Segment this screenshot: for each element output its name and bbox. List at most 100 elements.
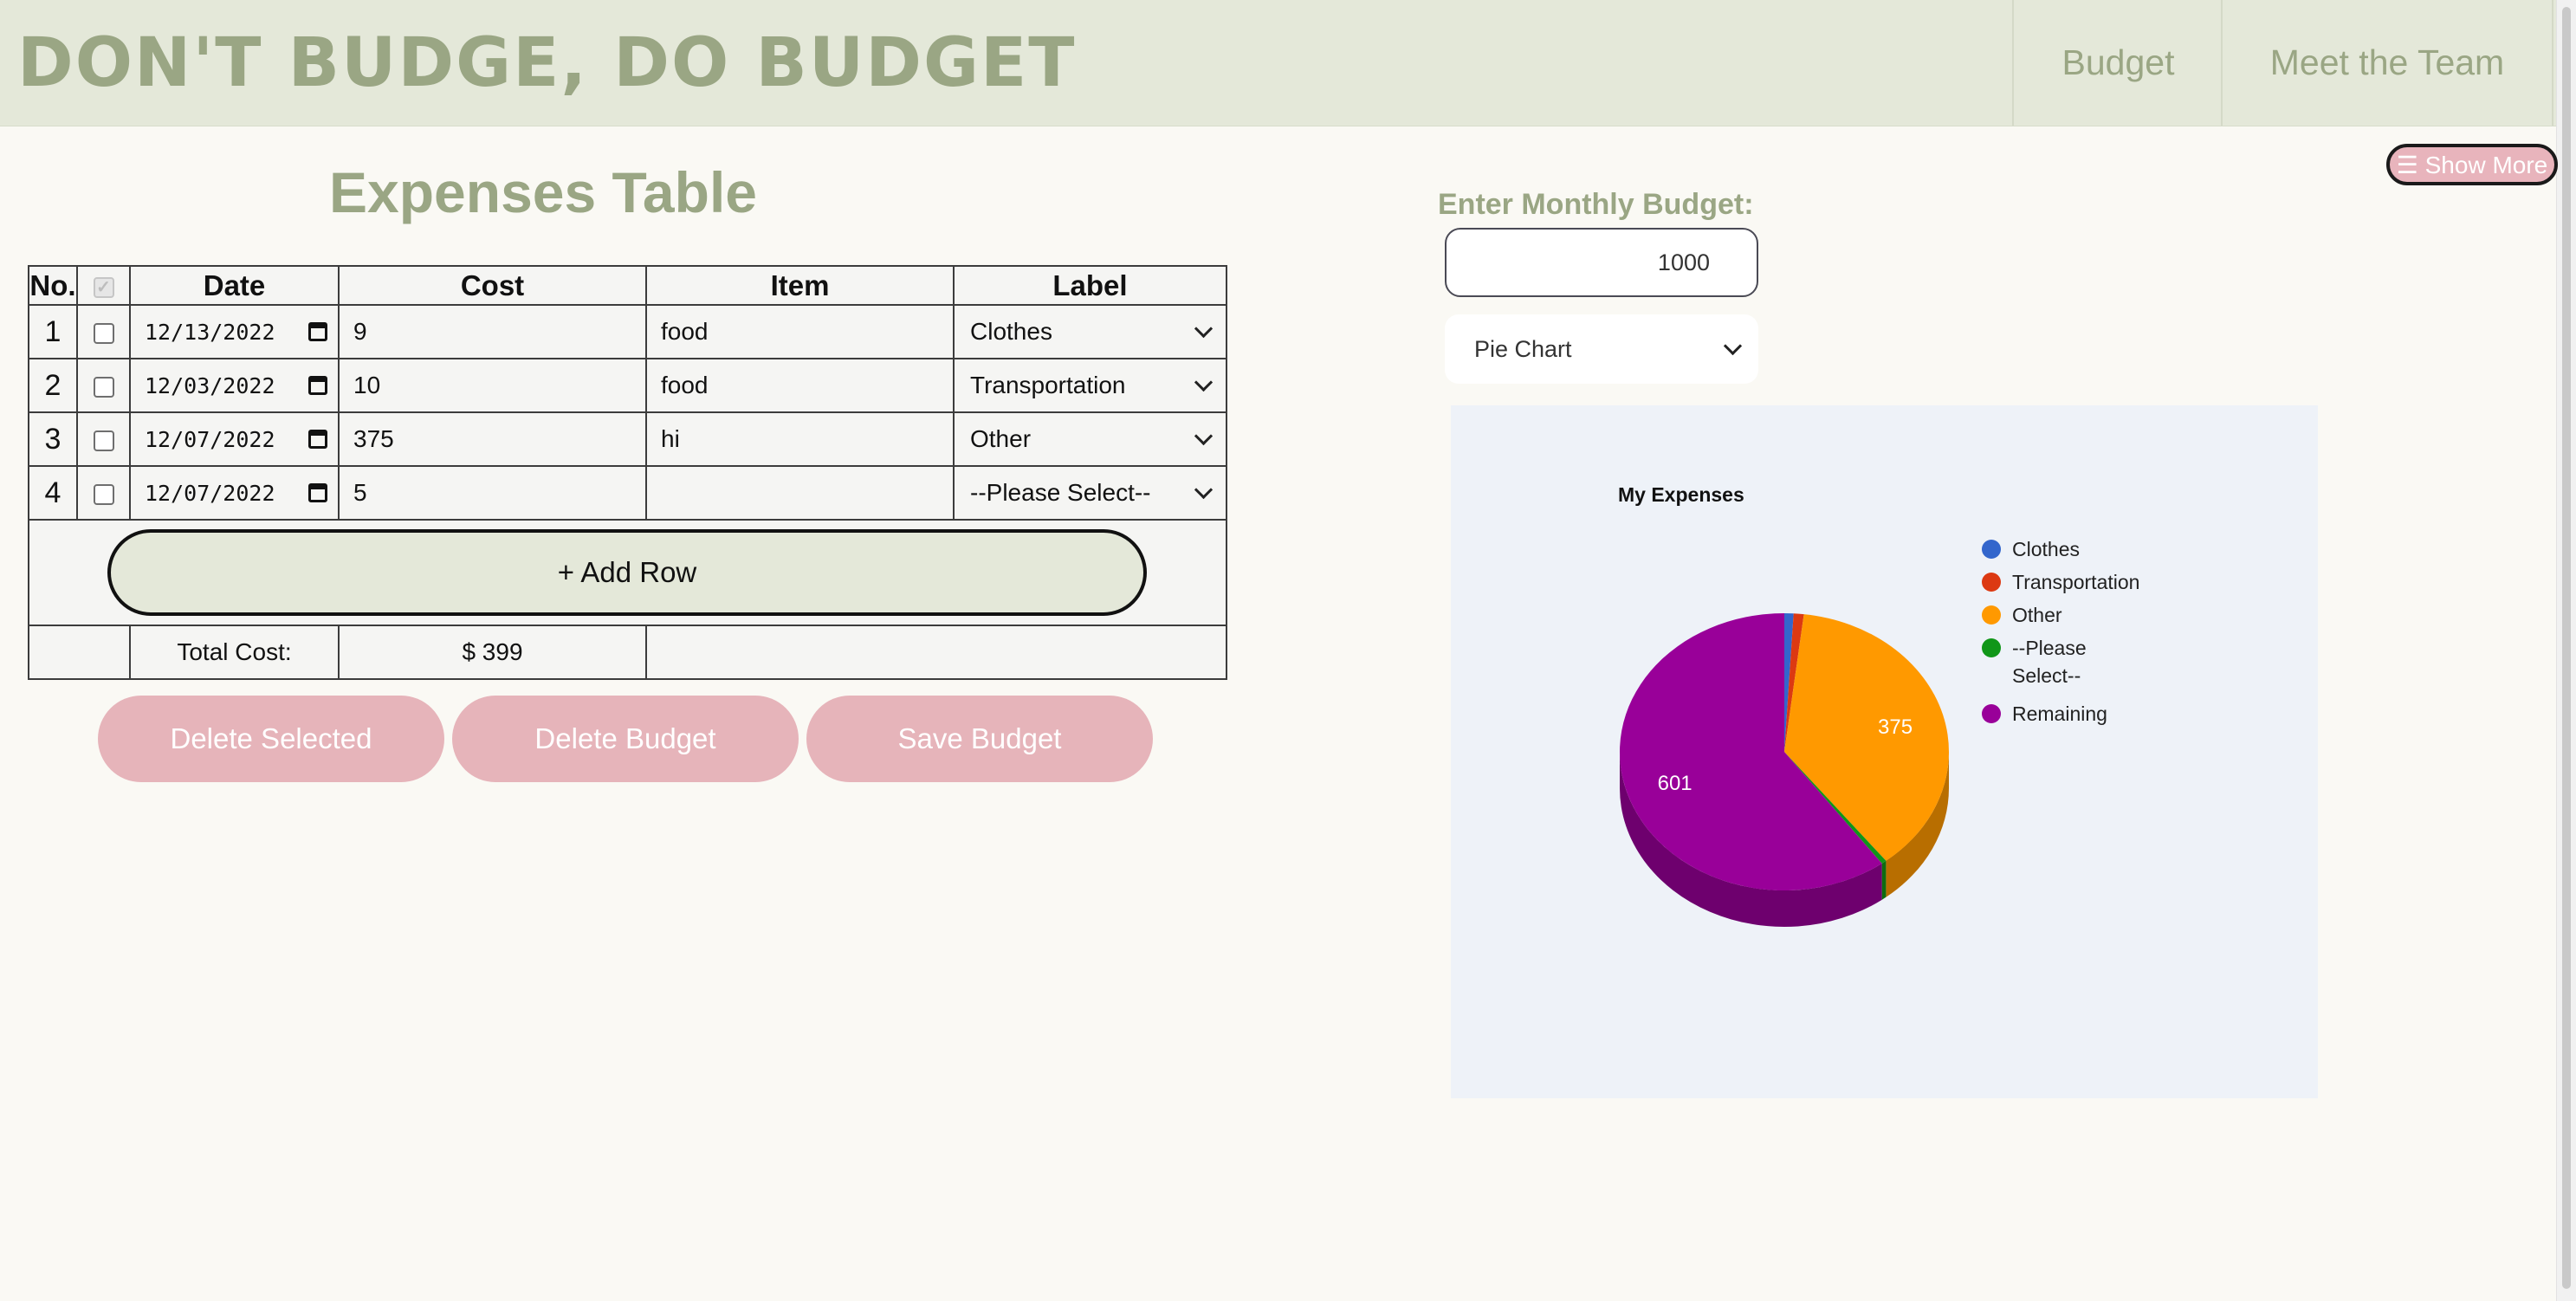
table-row: 1 12/13/2022 9 food Clothes — [28, 304, 1227, 359]
legend-label[interactable]: Clothes — [2012, 538, 2080, 560]
column-header-date: Date — [129, 265, 340, 306]
legend-swatch — [1982, 605, 2001, 625]
site-brand[interactable]: DON'T BUDGE, DO BUDGET — [17, 24, 1076, 102]
total-row: Total Cost: $ 399 — [28, 625, 1227, 680]
date-input[interactable]: 12/03/2022 — [131, 373, 338, 398]
add-row-button[interactable]: + Add Row — [107, 529, 1147, 616]
label-select[interactable]: Other — [955, 425, 1226, 453]
total-empty-cell — [645, 625, 1227, 680]
row-number: 3 — [28, 411, 78, 467]
cost-input[interactable]: 10 — [340, 372, 645, 399]
scrollbar-thumb[interactable] — [2562, 7, 2571, 1289]
date-cell: 12/13/2022 — [129, 304, 340, 359]
nav-budget[interactable]: Budget — [2012, 0, 2223, 126]
label-cell: Other — [953, 411, 1227, 467]
label-select[interactable]: Clothes — [955, 318, 1226, 346]
cost-input[interactable]: 9 — [340, 318, 645, 346]
item-input[interactable]: food — [647, 372, 953, 399]
calendar-icon[interactable] — [308, 376, 327, 395]
nav-meet-the-team[interactable]: Meet the Team — [2221, 0, 2553, 126]
total-cost-label: Total Cost: — [129, 625, 340, 680]
add-row-cell: + Add Row — [28, 519, 1227, 626]
pie-side--please-select- — [1881, 860, 1887, 900]
legend-label[interactable]: Transportation — [2012, 571, 2139, 593]
delete-selected-button[interactable]: Delete Selected — [98, 696, 444, 782]
table-row: 3 12/07/2022 375 hi Other — [28, 411, 1227, 467]
cost-input[interactable]: 375 — [340, 425, 645, 453]
legend-label[interactable]: --Please Select-- — [2012, 637, 2087, 687]
show-more-button[interactable]: ☰ Show More — [2386, 144, 2558, 185]
date-value: 12/03/2022 — [145, 372, 275, 398]
date-input[interactable]: 12/07/2022 — [131, 481, 338, 506]
label-select[interactable]: --Please Select-- — [955, 479, 1226, 507]
chevron-down-icon — [1723, 336, 1743, 355]
row-checkbox[interactable] — [93, 322, 114, 344]
pie-data-label: 601 — [1658, 772, 1693, 795]
chart-legend: Clothes Transportation Other --Please Select… — [1982, 538, 2139, 725]
date-input[interactable]: 12/07/2022 — [131, 427, 338, 452]
label-select[interactable]: Transportation — [955, 372, 1226, 399]
add-row-container: + Add Row — [28, 519, 1227, 626]
row-select-cell — [76, 411, 131, 467]
date-value: 12/13/2022 — [145, 319, 275, 345]
legend-label[interactable]: Remaining — [2012, 702, 2107, 725]
label-cell: Clothes — [953, 304, 1227, 359]
chevron-down-icon — [1194, 319, 1214, 338]
legend-swatch — [1982, 573, 2001, 592]
calendar-icon[interactable] — [308, 322, 327, 341]
row-select-cell — [76, 465, 131, 521]
total-cost-value: $ 399 — [338, 625, 647, 680]
select-all-checkbox[interactable]: ✓ — [93, 276, 114, 298]
column-header-no: No. — [28, 265, 78, 306]
calendar-icon[interactable] — [308, 430, 327, 449]
column-header-item: Item — [645, 265, 955, 306]
legend-label[interactable]: Other — [2012, 604, 2062, 626]
item-input[interactable]: hi — [647, 425, 953, 453]
date-value: 12/07/2022 — [145, 426, 275, 452]
date-cell: 12/07/2022 — [129, 411, 340, 467]
save-budget-button[interactable]: Save Budget — [806, 696, 1153, 782]
row-number: 1 — [28, 304, 78, 359]
monthly-budget-input[interactable]: 1000 — [1445, 228, 1758, 297]
label-select-value: Clothes — [970, 318, 1052, 345]
label-select-value: Other — [970, 425, 1032, 452]
row-number: 4 — [28, 465, 78, 521]
date-value: 12/07/2022 — [145, 480, 275, 506]
page-scrollbar[interactable] — [2556, 0, 2576, 1301]
legend-swatch — [1982, 704, 2001, 723]
pie-data-label: 375 — [1878, 715, 1913, 739]
expenses-chart: My Expenses 375 601 Clothes Transportation… — [1451, 405, 2318, 1098]
legend-swatch — [1982, 638, 2001, 657]
date-input[interactable]: 12/13/2022 — [131, 320, 338, 345]
label-cell: --Please Select-- — [953, 465, 1227, 521]
row-checkbox[interactable] — [93, 376, 114, 398]
pie-slices: 375 601 — [1620, 613, 1949, 928]
chevron-down-icon — [1194, 480, 1214, 499]
site-header: DON'T BUDGE, DO BUDGET Budget Meet the T… — [0, 0, 2576, 126]
expenses-table-title: Expenses Table — [329, 160, 758, 224]
row-checkbox[interactable] — [93, 430, 114, 451]
chart-type-select[interactable]: Pie Chart — [1445, 314, 1758, 384]
row-select-cell — [76, 358, 131, 413]
row-checkbox[interactable] — [93, 483, 114, 505]
column-header-label: Label — [953, 265, 1227, 306]
item-input[interactable]: food — [647, 318, 953, 346]
expenses-table: No. ✓ Date Cost Item Label 1 12/13/2022 … — [28, 265, 1227, 680]
calendar-icon[interactable] — [308, 483, 327, 502]
table-row: 2 12/03/2022 10 food Transportation — [28, 358, 1227, 413]
row-number: 2 — [28, 358, 78, 413]
date-cell: 12/07/2022 — [129, 465, 340, 521]
table-row: 4 12/07/2022 5 --Please Select-- — [28, 465, 1227, 521]
item-cell: food — [645, 304, 955, 359]
cost-cell: 5 — [338, 465, 647, 521]
label-cell: Transportation — [953, 358, 1227, 413]
total-spacer-cell — [28, 625, 131, 680]
chart-type-value: Pie Chart — [1474, 335, 1572, 362]
delete-budget-button[interactable]: Delete Budget — [452, 696, 799, 782]
monthly-budget-label: Enter Monthly Budget: — [1438, 188, 1754, 221]
cost-input[interactable]: 5 — [340, 479, 645, 507]
column-header-cost: Cost — [338, 265, 647, 306]
table-header-row: No. ✓ Date Cost Item Label — [28, 265, 1227, 306]
date-cell: 12/03/2022 — [129, 358, 340, 413]
column-header-select: ✓ — [76, 265, 131, 306]
